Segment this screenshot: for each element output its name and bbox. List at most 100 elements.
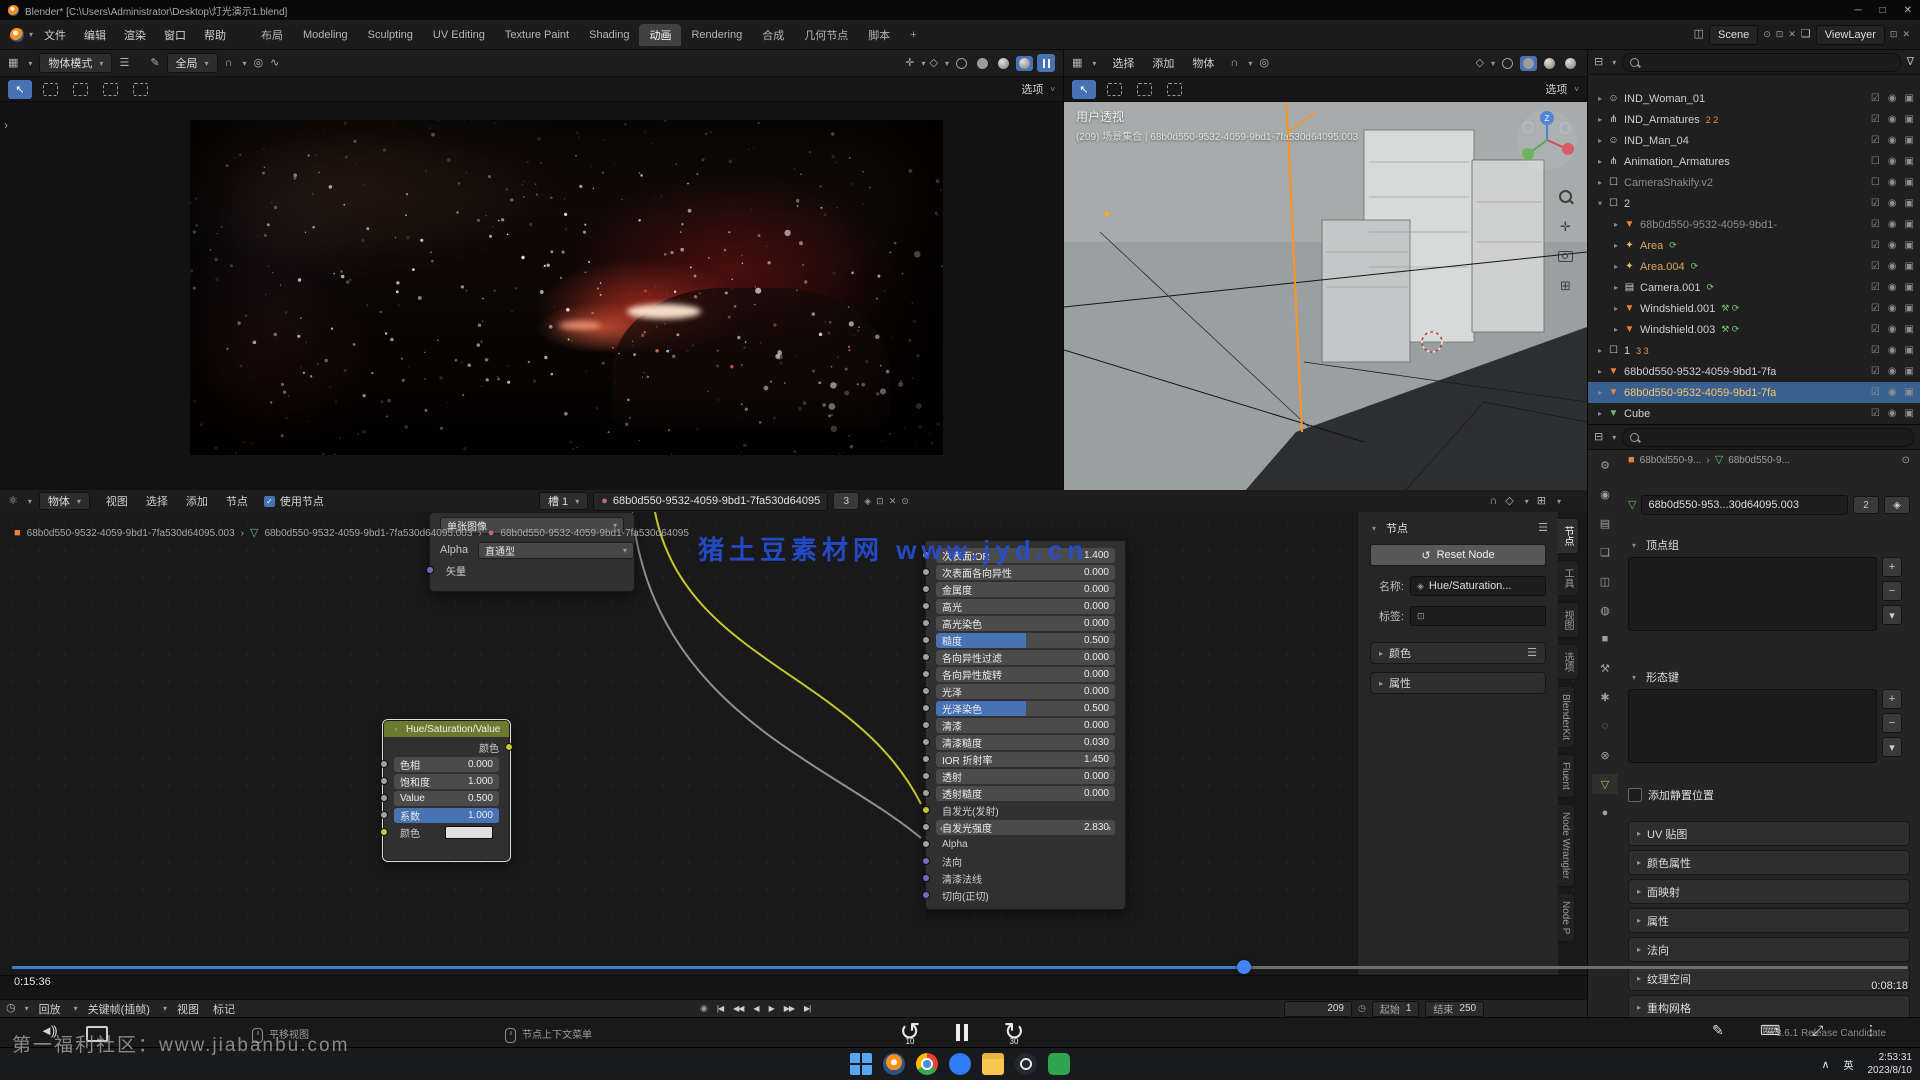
properties-section[interactable]: 面映射 — [1628, 879, 1910, 904]
rest-position-checkbox[interactable] — [1628, 788, 1642, 802]
outliner-row[interactable]: ▸ ▼ Windshield.001 ⚒ ⟳ ☑ ◉ ▣ — [1588, 298, 1920, 319]
particles-tab[interactable]: ✱ — [1592, 687, 1618, 707]
minimize-button[interactable]: ─ — [1854, 5, 1861, 16]
world-tab[interactable]: ◍ — [1592, 600, 1618, 620]
menu-item[interactable]: 添加 — [1143, 55, 1183, 71]
expand-toggle[interactable]: ▸ — [1594, 388, 1606, 397]
mode-dropdown[interactable]: 物体模式▾ — [39, 53, 112, 73]
node-input-socket[interactable] — [380, 811, 388, 819]
outliner-row[interactable]: ▸ ☐ 1 3 3 ☑ ◉ ▣ — [1588, 340, 1920, 361]
frame-start-field[interactable]: 起始1 — [1372, 1001, 1420, 1017]
hide-eye-toggle[interactable]: ◉ — [1888, 177, 1897, 188]
hide-eye-toggle[interactable]: ◉ — [1888, 93, 1897, 104]
view-menu[interactable]: 视图 — [173, 1001, 203, 1017]
viewport-3d-canvas[interactable]: 用户透视 (209) 场景集合 | 68b0d550-9532-4059-9bd… — [1064, 102, 1587, 492]
node-input-socket[interactable] — [922, 585, 930, 593]
blender-menu-icon[interactable] — [10, 28, 24, 42]
node-input-socket[interactable] — [922, 823, 930, 831]
outliner-row[interactable]: ▸ ▼ 68b0d550-9532-4059-9bd1-7fa ☑ ◉ ▣ — [1588, 361, 1920, 382]
selectable-checkbox[interactable]: ☑ — [1871, 240, 1880, 251]
expand-toggle[interactable]: ▸ — [1610, 220, 1622, 229]
add-shape-key-button[interactable]: + — [1882, 689, 1902, 709]
selectable-checkbox[interactable]: ☑ — [1871, 261, 1880, 272]
expand-toggle[interactable]: ▸ — [1594, 157, 1606, 166]
start-button[interactable] — [850, 1053, 872, 1075]
outliner-row[interactable]: ▸ ▼ Cube ☑ ◉ ▣ — [1588, 403, 1920, 424]
transport-button[interactable]: ▶ — [764, 1004, 779, 1013]
image-texture-node[interactable]: 单张图像▾ Alpha 直通型▾ 矢量 — [429, 512, 635, 592]
breadcrumb[interactable]: 68b0d550-9... — [1640, 455, 1702, 466]
workspace-tab[interactable]: Shading — [579, 26, 639, 44]
blender-app[interactable] — [883, 1053, 905, 1075]
remove-shape-key-button[interactable]: − — [1882, 713, 1902, 733]
proportional-edit-icon[interactable]: ◎ — [1259, 58, 1269, 69]
vertex-groups-header[interactable]: ▾顶点组 — [1628, 537, 1910, 553]
properties-section[interactable]: 颜色属性 — [1628, 850, 1910, 875]
hide-eye-toggle[interactable]: ◉ — [1888, 408, 1897, 419]
workspace-tab[interactable]: Modeling — [293, 26, 358, 44]
pin-icon[interactable]: ⊙ — [1763, 30, 1771, 39]
toolbar-expand-chevron[interactable]: › — [4, 118, 8, 132]
node-input-socket[interactable] — [922, 857, 930, 865]
selectable-checkbox[interactable]: ☑ — [1871, 366, 1880, 377]
node-input-row[interactable]: Value 0.500 — [394, 791, 499, 806]
menu-item[interactable]: 物体 — [1183, 55, 1223, 71]
disable-render-toggle[interactable]: ▣ — [1905, 198, 1914, 209]
node-input-socket[interactable] — [922, 636, 930, 644]
sidebar-tab[interactable]: 选项 — [1557, 644, 1579, 680]
disable-render-toggle[interactable]: ▣ — [1905, 408, 1914, 419]
grid-icon[interactable]: ⊞ — [1537, 496, 1546, 507]
output-tab[interactable]: ▤ — [1592, 513, 1618, 533]
editor-type-icon[interactable]: ⚛ — [8, 496, 18, 507]
vector-input-row[interactable]: 矢量 — [440, 563, 624, 578]
outliner-row[interactable]: ▸ ▼ Windshield.003 ⚒ ⟳ ☑ ◉ ▣ — [1588, 319, 1920, 340]
hide-eye-toggle[interactable]: ◉ — [1888, 240, 1897, 251]
select-box-intersect-button[interactable] — [128, 80, 152, 99]
fake-user-icon[interactable]: ◈ — [864, 497, 871, 506]
expand-toggle[interactable]: ▾ — [1594, 199, 1606, 208]
shading-solid-button[interactable] — [974, 56, 991, 71]
disable-render-toggle[interactable]: ▣ — [1905, 261, 1914, 272]
node-input-socket[interactable] — [380, 760, 388, 768]
outliner-row[interactable]: ▸ ⋔ Animation_Armatures ☐ ◉ ▣ — [1588, 151, 1920, 172]
node-label-field[interactable]: ⊡ — [1410, 606, 1546, 626]
expand-toggle[interactable]: ▸ — [1610, 283, 1622, 292]
outliner-row[interactable]: ▸ ▼ 68b0d550-9532-4059-9bd1- ☑ ◉ ▣ — [1588, 214, 1920, 235]
hide-eye-toggle[interactable]: ◉ — [1888, 345, 1897, 356]
physics-tab[interactable]: ◌ — [1592, 716, 1618, 736]
node-input-socket[interactable] — [922, 619, 930, 627]
properties-section[interactable]: 法向 — [1628, 937, 1910, 962]
node-header[interactable]: ▾ Hue/Saturation/Value — [384, 721, 509, 737]
render-tab[interactable]: ◉ — [1592, 484, 1618, 504]
node-input-row[interactable]: IOR 折射率 1.450 — [936, 752, 1115, 767]
sidebar-tab[interactable]: 节点 — [1557, 518, 1579, 554]
node-input-socket[interactable] — [922, 687, 930, 695]
color-output-socket[interactable] — [505, 743, 513, 751]
camera-view-canvas[interactable]: › — [0, 102, 1063, 492]
node-input-row[interactable]: 透射 0.000 — [936, 769, 1115, 784]
node-input-row[interactable]: 饱和度 1.000 — [394, 774, 499, 789]
node-input-row[interactable]: 切向(正切) — [936, 888, 1115, 903]
overlays-toggle-icon[interactable]: ◇ — [1505, 496, 1513, 507]
expand-toggle[interactable]: ▸ — [1594, 367, 1606, 376]
maximize-button[interactable]: □ — [1880, 5, 1886, 16]
color-section-header[interactable]: 颜色 ☰ — [1370, 642, 1546, 664]
shading-wireframe-button[interactable] — [953, 56, 970, 71]
color-output-row[interactable]: 颜色 — [394, 740, 499, 754]
disable-render-toggle[interactable]: ▣ — [1905, 156, 1914, 167]
hide-eye-toggle[interactable]: ◉ — [1888, 114, 1897, 125]
outliner-row[interactable]: ▸ ☺ IND_Man_04 ☑ ◉ ▣ — [1588, 130, 1920, 151]
camera-view-icon[interactable] — [1558, 251, 1573, 262]
node-input-socket[interactable] — [922, 738, 930, 746]
close-button[interactable]: ✕ — [1904, 5, 1912, 16]
menu-item[interactable]: 帮助 — [195, 27, 235, 43]
node-input-socket[interactable] — [922, 789, 930, 797]
node-input-row[interactable]: 光泽染色 0.500 — [936, 701, 1115, 716]
properties-search-input[interactable] — [1622, 428, 1914, 447]
properties-section[interactable]: 属性 — [1628, 908, 1910, 933]
expand-toggle[interactable]: ▸ — [1594, 115, 1606, 124]
properties-section[interactable]: 纹理空间 — [1628, 966, 1910, 991]
node-input-row[interactable]: 清漆 0.000 — [936, 718, 1115, 733]
zoom-icon[interactable] — [1559, 190, 1572, 203]
node-input-socket[interactable] — [922, 806, 930, 814]
